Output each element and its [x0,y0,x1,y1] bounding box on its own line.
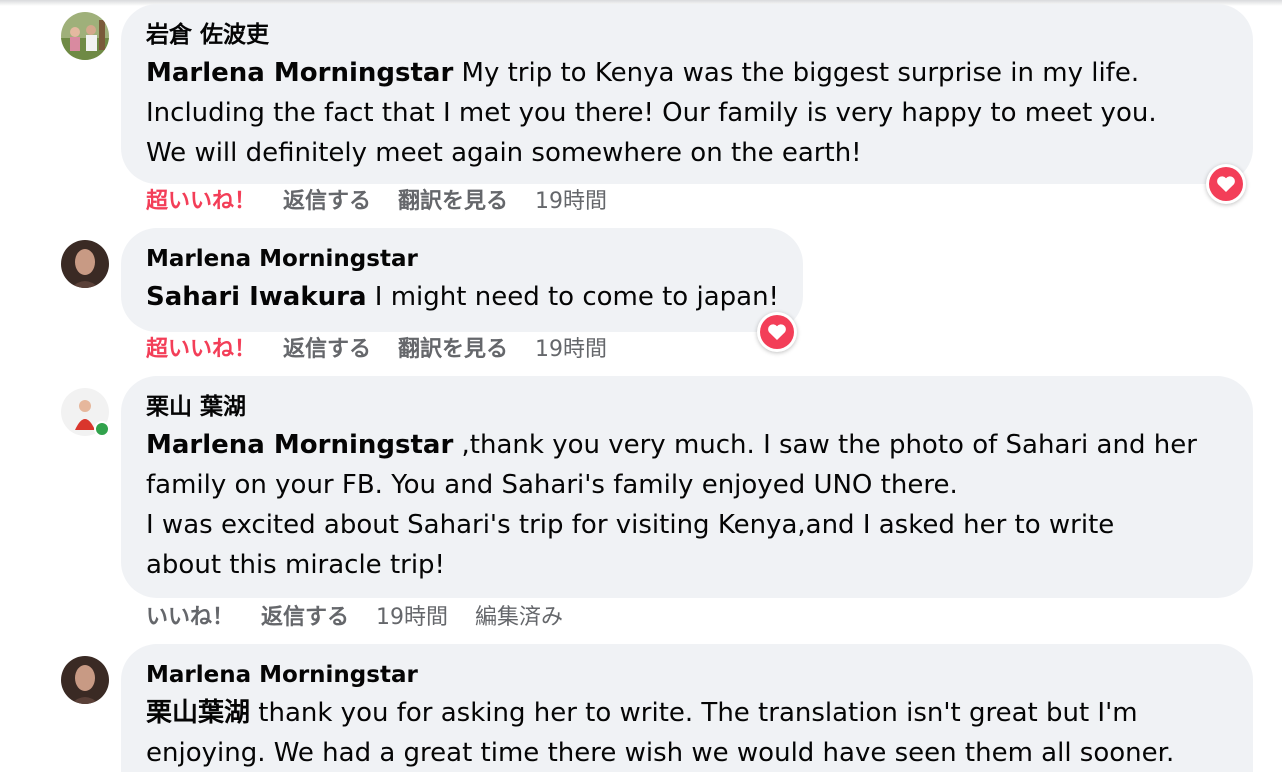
timestamp[interactable]: 19時間 [376,602,448,634]
comment-line: We will definitely meet again somewhere … [146,138,862,168]
heart-icon [760,315,794,349]
comment-actions: いいね！ 返信する 19時間 編集済み [146,602,590,634]
comment-bubble: 栗山 葉湖 Marlena Morningstar ,thank you ver… [121,376,1253,598]
comment-text: Marlena Morningstar ,thank you very much… [146,425,1228,585]
reply-button[interactable]: 返信する [283,186,371,218]
love-reaction-button[interactable]: 超いいね！ [146,186,256,218]
comment-author[interactable]: Marlena Morningstar [146,660,1228,691]
comment-bubble: 岩倉 佐波吏 Marlena Morningstar My trip to Ke… [121,4,1253,184]
avatar[interactable] [61,12,109,60]
mention-link[interactable]: Marlena Morningstar [146,58,453,88]
comment-author[interactable]: Marlena Morningstar [146,244,778,275]
love-reaction-button[interactable]: 超いいね！ [146,334,256,366]
comment-author[interactable]: 岩倉 佐波吏 [146,20,1228,51]
reply-button[interactable]: 返信する [261,602,349,634]
comment-bubble: Marlena Morningstar Sahari Iwakura I mig… [121,228,803,332]
comment-line: family on your FB. You and Sahari's fami… [146,470,958,500]
comment-line: Including the fact that I met you there!… [146,98,1157,128]
timestamp[interactable]: 19時間 [535,334,607,366]
see-translation-button[interactable]: 翻訳を見る [398,334,508,366]
comment-text: Sahari Iwakura I might need to come to j… [146,277,779,317]
avatar[interactable] [61,656,109,704]
avatar[interactable] [61,240,109,288]
comment-text: Marlena Morningstar My trip to Kenya was… [146,53,1228,173]
mention-link[interactable]: Marlena Morningstar [146,430,453,460]
comment-line: My trip to Kenya was the biggest surpris… [453,58,1140,88]
see-translation-button[interactable]: 翻訳を見る [398,186,508,218]
comment-text: 栗山葉湖 thank you for asking her to write. … [146,693,1228,773]
reply-button[interactable]: 返信する [283,334,371,366]
comment-line: thank you for asking her to write. The t… [250,698,1138,728]
comment-line: I might need to come to japan! [366,282,779,312]
comment-line: about this miracle trip! [146,550,445,580]
mention-link[interactable]: Sahari Iwakura [146,282,367,312]
comment-actions: 超いいね！ 返信する 翻訳を見る 19時間 [146,186,634,218]
like-button[interactable]: いいね！ [146,602,234,634]
online-status-dot [94,421,110,437]
comment-line: I was excited about Sahari's trip for vi… [146,510,1115,540]
comment-actions: 超いいね！ 返信する 翻訳を見る 19時間 [146,334,634,366]
reaction-badge[interactable] [757,312,797,352]
comment-bubble: Marlena Morningstar 栗山葉湖 thank you for a… [121,644,1253,772]
edited-label: 編集済み [475,605,564,630]
comment-line: ,thank you very much. I saw the photo of… [453,430,1197,460]
comment-line: enjoying. We had a great time there wish… [146,738,1175,768]
timestamp[interactable]: 19時間 [535,186,607,218]
comment-author[interactable]: 栗山 葉湖 [146,392,1228,423]
heart-icon [1209,167,1243,201]
mention-link[interactable]: 栗山葉湖 [146,698,250,728]
reaction-badge[interactable] [1206,164,1246,204]
